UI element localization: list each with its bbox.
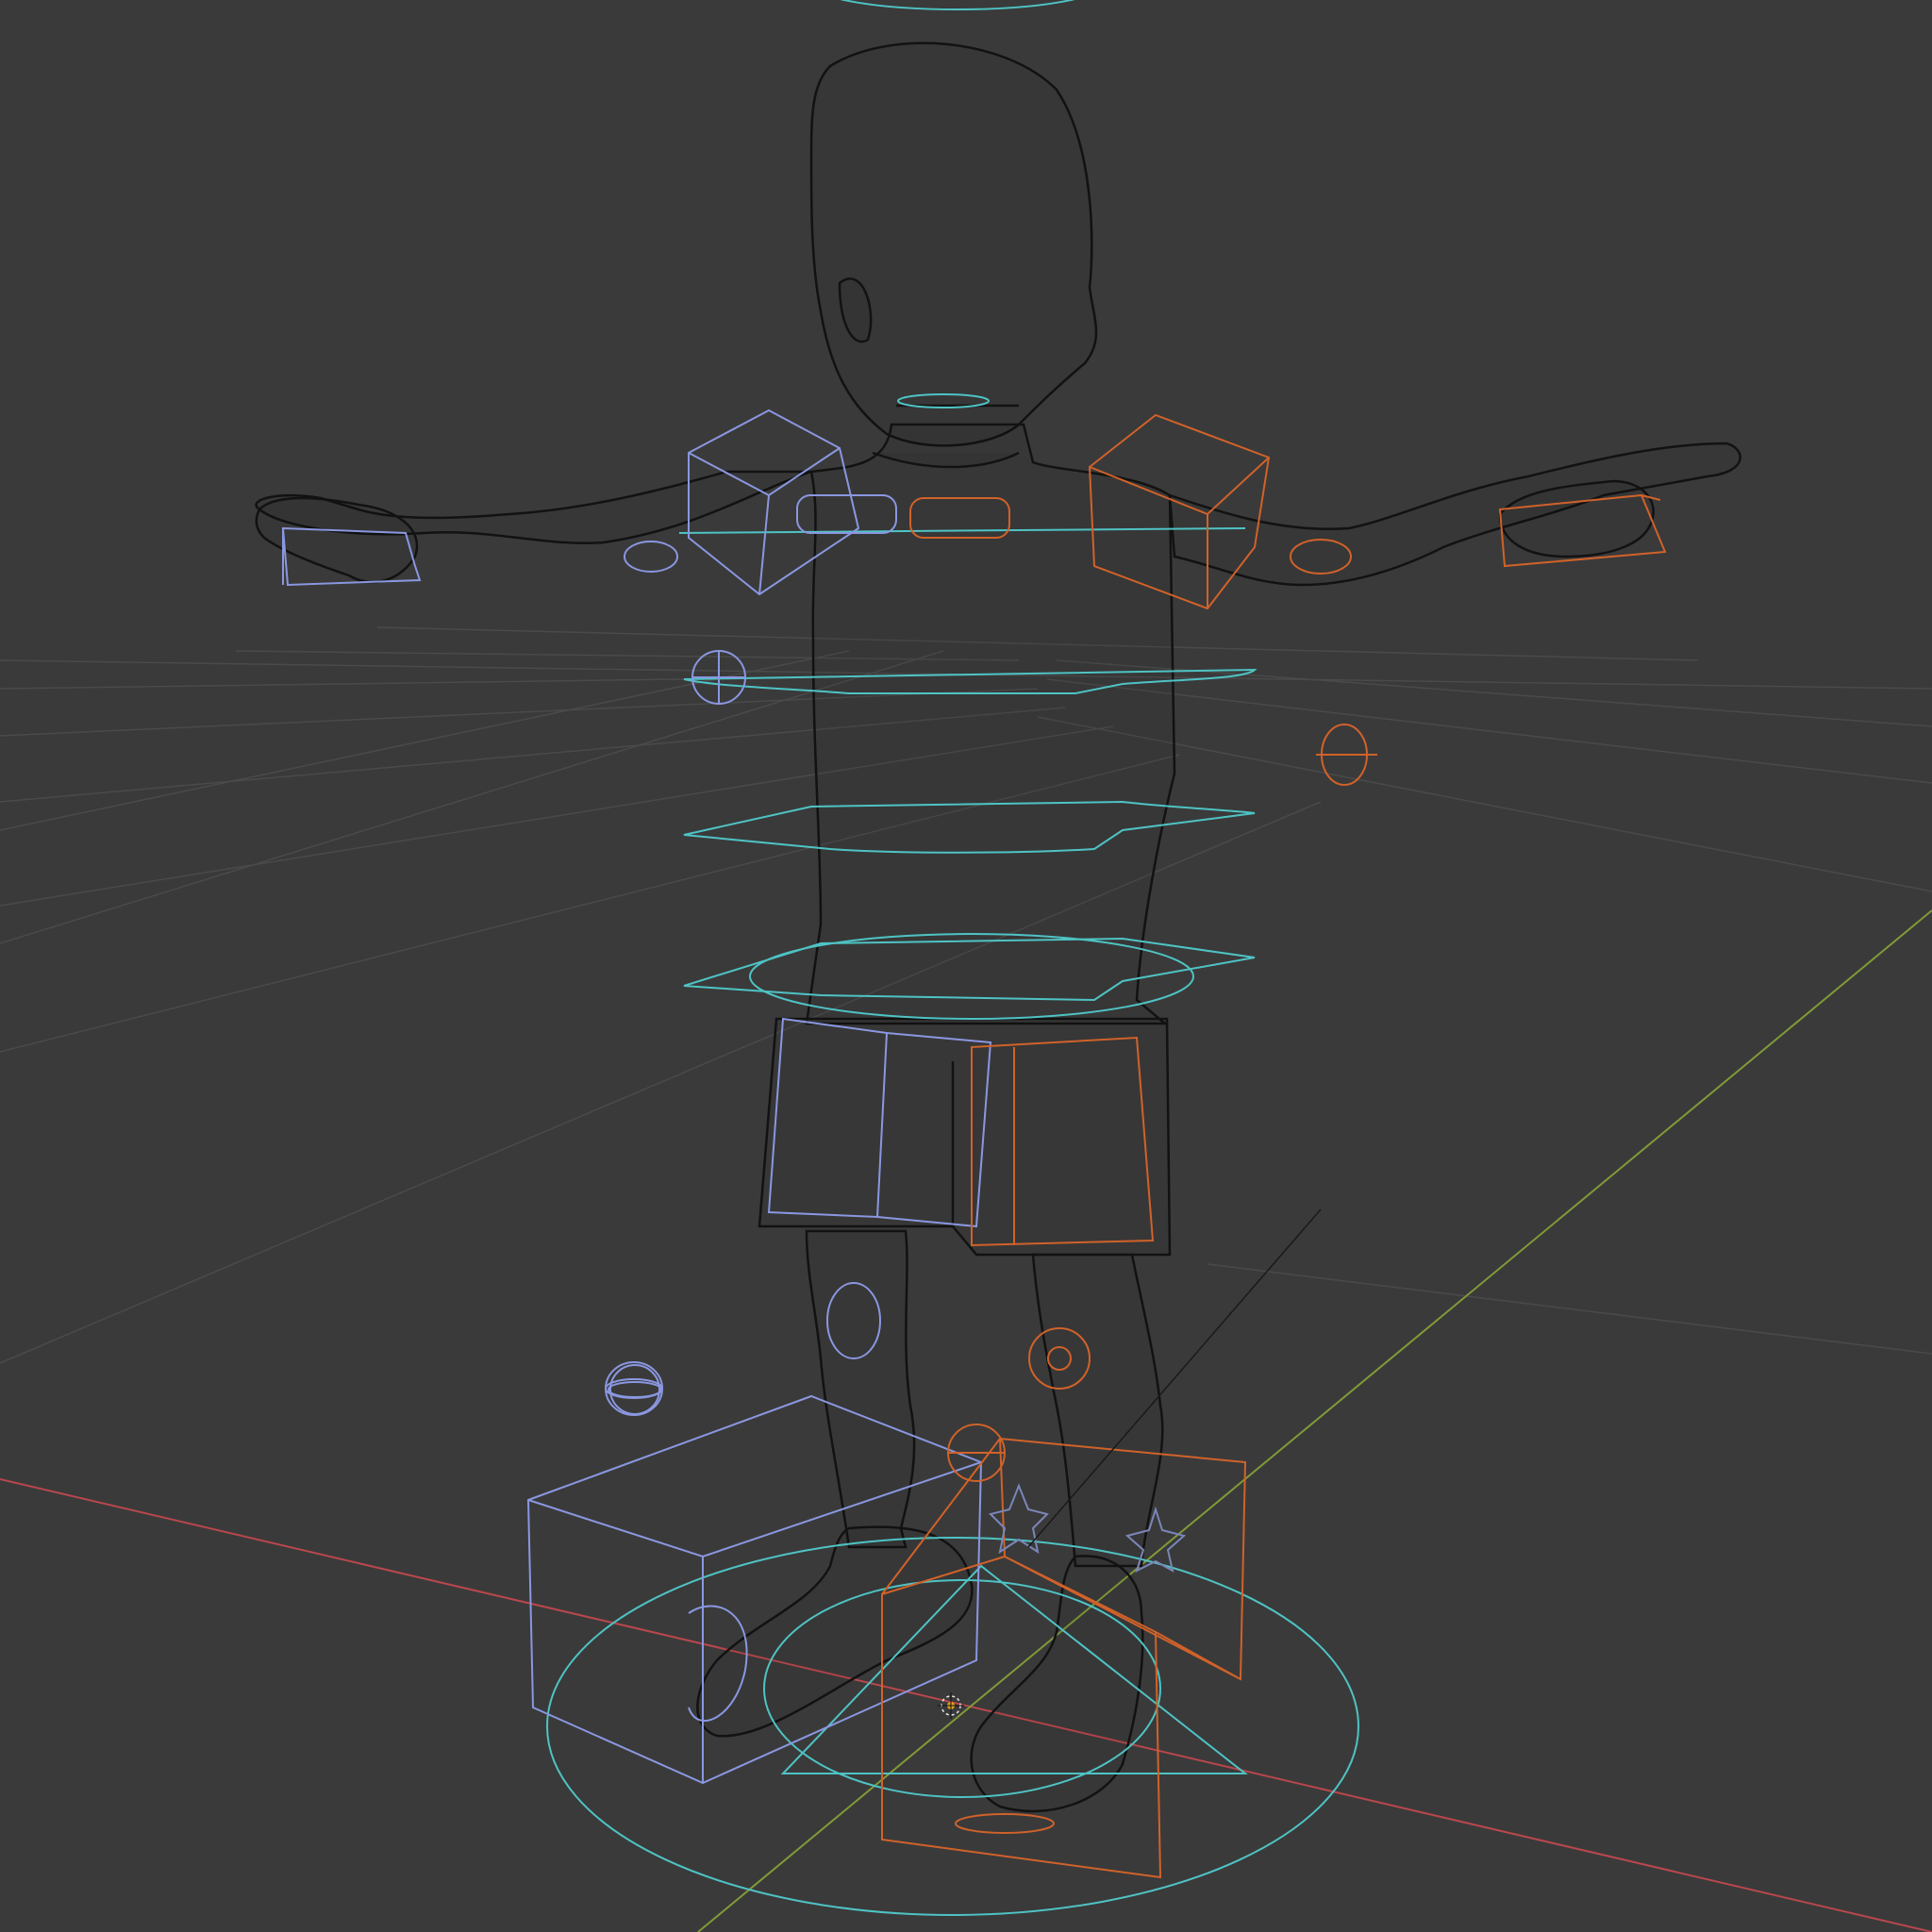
- left-elbow-pole-control[interactable]: [691, 650, 746, 705]
- head-control[interactable]: [816, 0, 1099, 10]
- x-axis-line: [0, 1478, 1932, 1932]
- left-elbow-control[interactable]: [624, 541, 678, 573]
- right-heel-control[interactable]: [955, 1813, 1055, 1834]
- left-knee-pole-control[interactable]: [605, 1361, 663, 1416]
- character-mesh[interactable]: [255, 42, 1741, 1813]
- left-floating-control[interactable]: [608, 1364, 662, 1415]
- 3d-viewport[interactable]: [0, 0, 1932, 1932]
- right-foot-pivot-control[interactable]: [947, 1424, 1006, 1482]
- right-elbow-pole-control[interactable]: [1316, 724, 1377, 786]
- viewport-canvas[interactable]: [0, 0, 1932, 1932]
